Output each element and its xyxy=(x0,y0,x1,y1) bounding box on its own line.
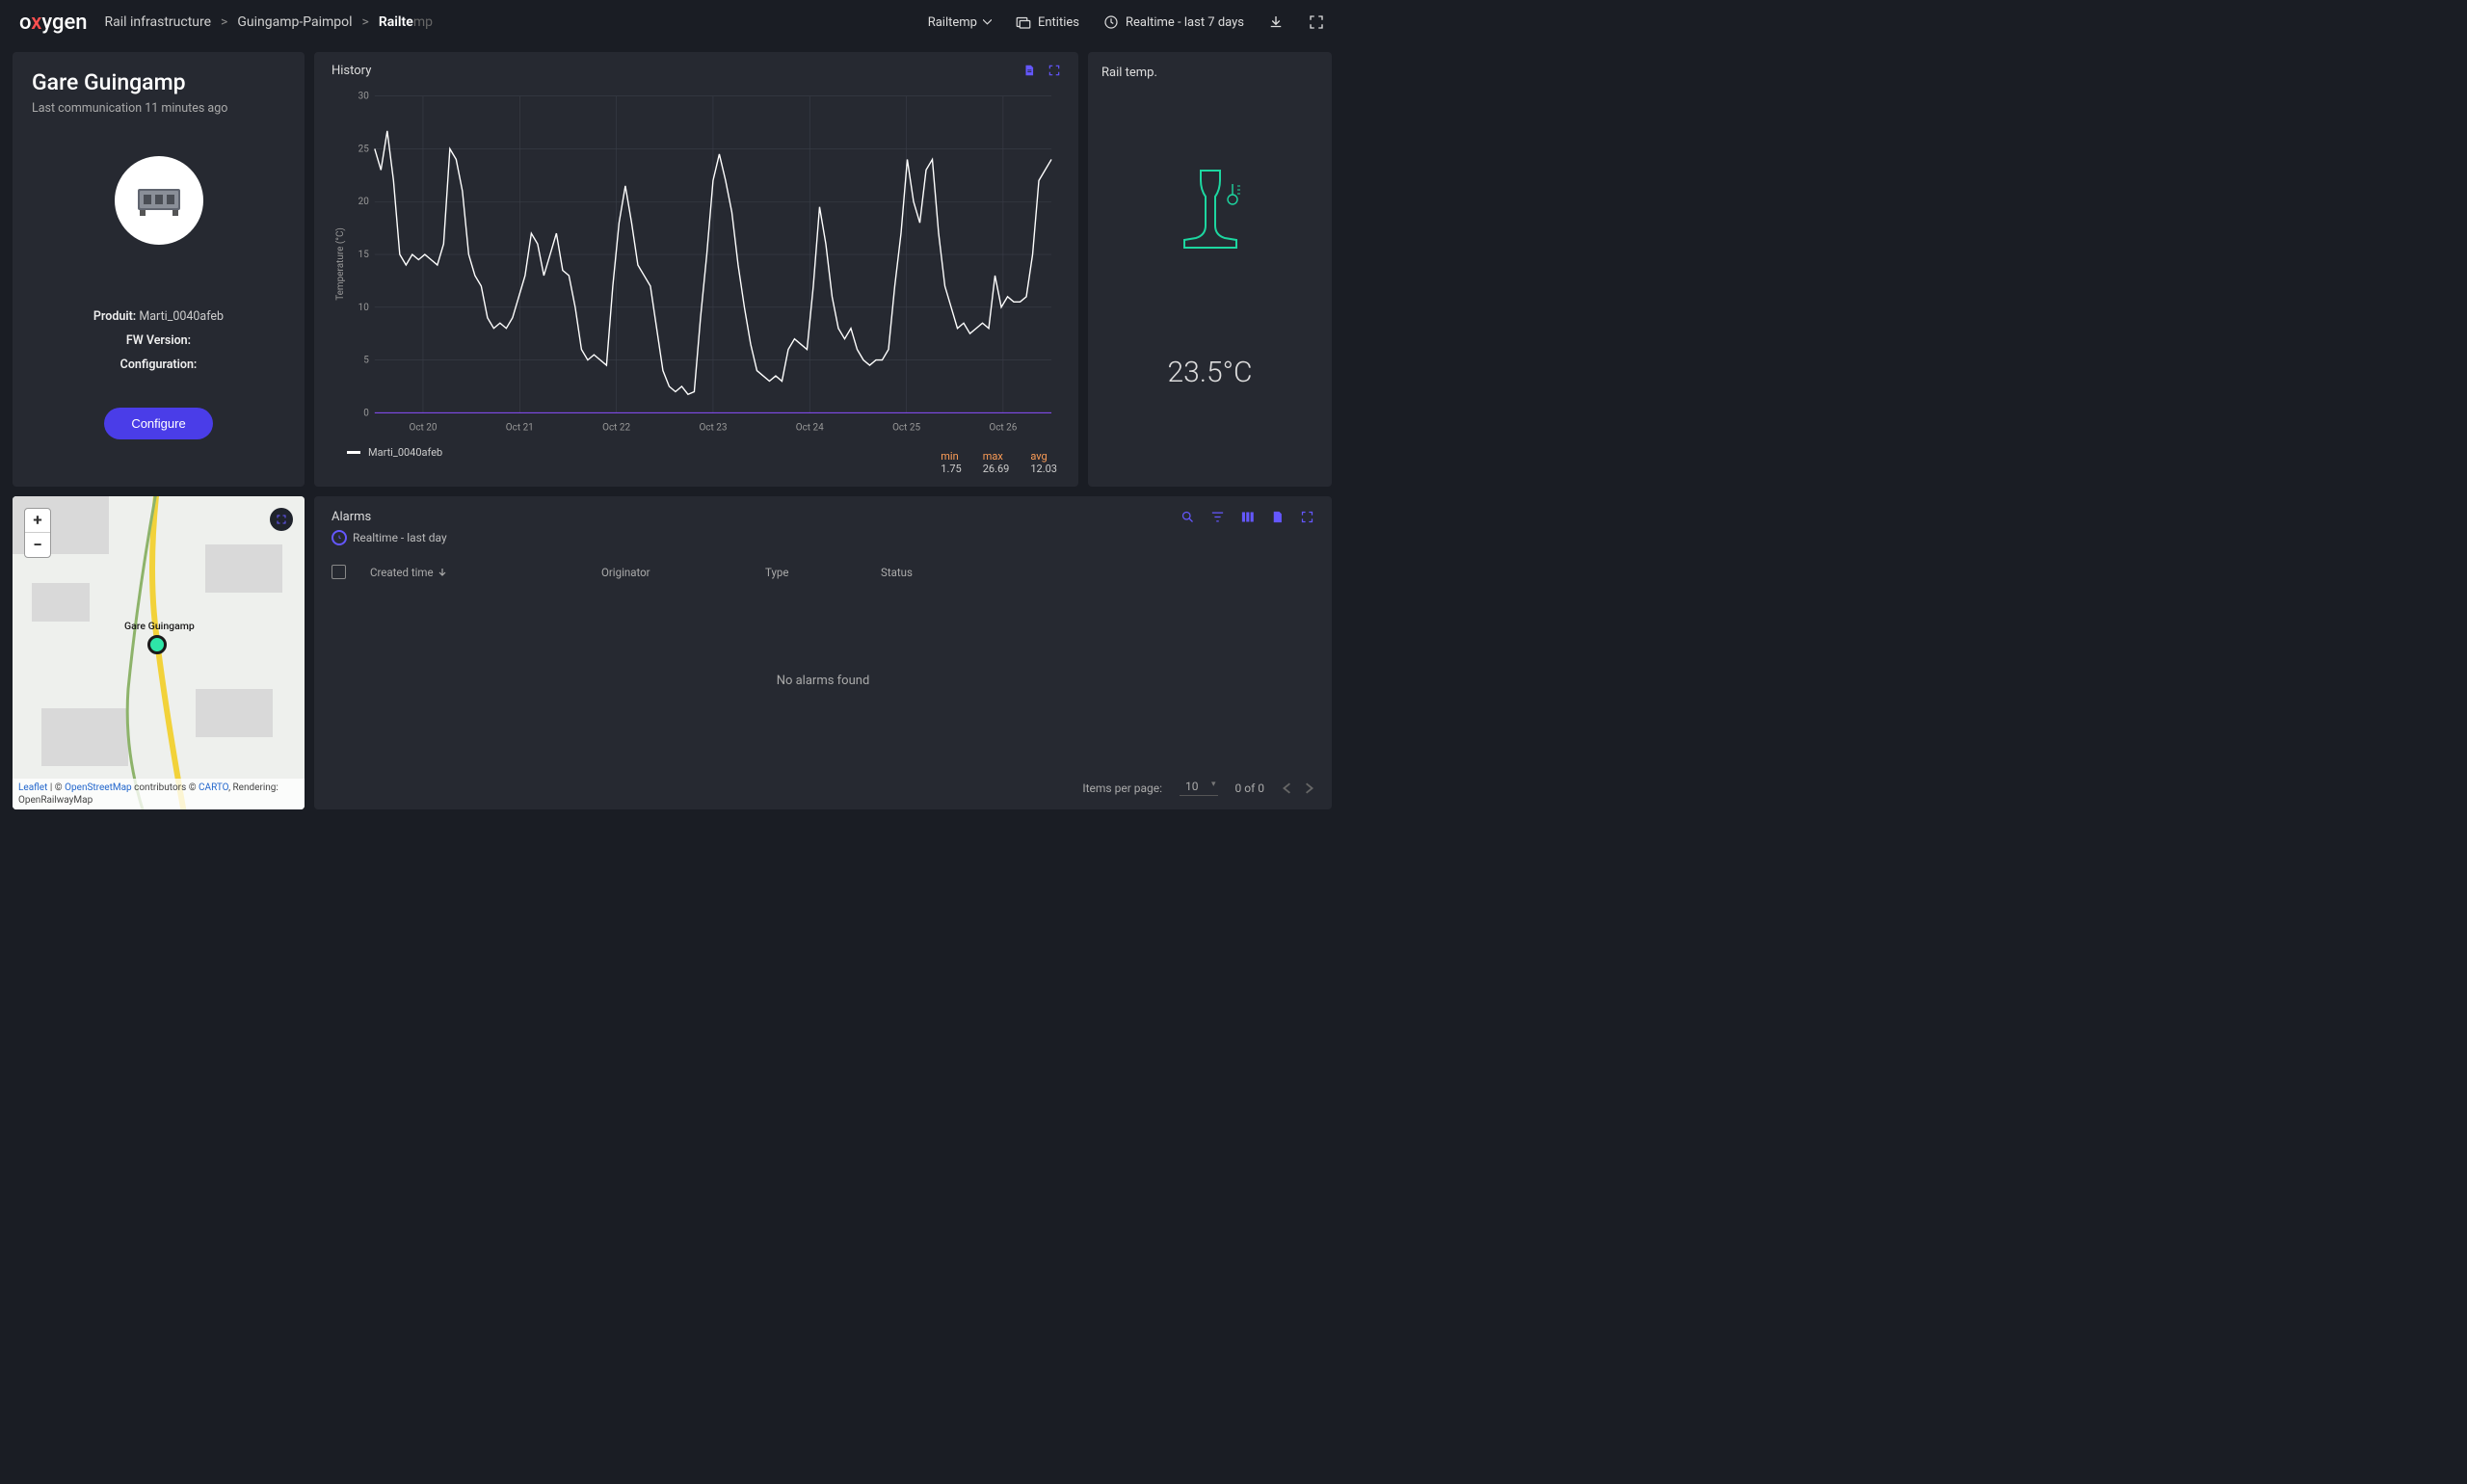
col-created-time[interactable]: Created time xyxy=(370,566,601,579)
device-avatar xyxy=(115,156,203,245)
time-range-button[interactable]: Realtime - last 7 days xyxy=(1102,13,1244,31)
svg-text:Oct 24: Oct 24 xyxy=(796,422,824,433)
gauge-panel: Rail temp. 23.5°C xyxy=(1088,52,1332,487)
last-communication: Last communication 11 minutes ago xyxy=(32,101,285,116)
alarms-table-header: Created time Originator Type Status xyxy=(332,545,1314,589)
select-all-checkbox[interactable] xyxy=(332,565,346,579)
expand-chart-icon[interactable] xyxy=(1048,64,1061,77)
svg-text:Oct 21: Oct 21 xyxy=(506,422,534,433)
svg-text:Oct 22: Oct 22 xyxy=(602,422,630,433)
clock-icon xyxy=(332,530,347,545)
alarms-pagination: Items per page: 10 0 of 0 xyxy=(332,772,1314,796)
svg-text:Temperature (°C): Temperature (°C) xyxy=(335,227,346,301)
leaflet-link[interactable]: Leaflet xyxy=(18,782,47,793)
download-icon[interactable] xyxy=(1267,13,1285,31)
fullscreen-icon[interactable] xyxy=(1308,13,1325,31)
columns-icon[interactable] xyxy=(1240,510,1255,524)
entities-icon xyxy=(1015,13,1032,31)
breadcrumb-level-3[interactable]: Railtemp xyxy=(379,14,433,30)
device-icon xyxy=(130,179,188,222)
search-icon[interactable] xyxy=(1180,510,1195,524)
svg-text:5: 5 xyxy=(363,356,369,366)
items-per-page-select[interactable]: 10 xyxy=(1180,780,1218,796)
svg-text:30: 30 xyxy=(358,92,370,102)
expand-alarms-icon[interactable] xyxy=(1300,510,1314,524)
svg-text:0: 0 xyxy=(363,408,369,418)
map-zoom: + − xyxy=(24,508,51,558)
entities-button[interactable]: Entities xyxy=(1015,13,1079,31)
prev-page-button[interactable] xyxy=(1282,782,1293,794)
page-range: 0 of 0 xyxy=(1235,782,1264,795)
osm-link[interactable]: OpenStreetMap xyxy=(65,782,132,793)
col-type[interactable]: Type xyxy=(765,566,881,579)
chevron-down-icon xyxy=(983,19,992,25)
col-status[interactable]: Status xyxy=(881,566,1314,579)
map-attribution: Leaflet | © OpenStreetMap contributors ©… xyxy=(13,779,305,809)
chart-stats: min1.75 max26.69 avg12.03 xyxy=(941,450,1057,475)
filter-icon[interactable] xyxy=(1210,510,1225,524)
alarms-panel: Alarms Realtime - last day Created time … xyxy=(314,496,1332,809)
history-chart[interactable]: 0 5 10 15 20 25 30 Oct 20 Oct 21 Oct 22 Oct 23 Oct … xyxy=(332,86,1061,442)
rail-temp-icon xyxy=(1101,163,1318,259)
breadcrumb-level-2[interactable]: Guingamp-Paimpol xyxy=(237,14,352,30)
svg-text:25: 25 xyxy=(358,144,370,154)
clock-icon xyxy=(1102,13,1120,31)
zoom-out-button[interactable]: − xyxy=(25,533,50,557)
svg-text:15: 15 xyxy=(358,250,370,260)
device-info-panel: Gare Guingamp Last communication 11 minu… xyxy=(13,52,305,487)
breadcrumb: Rail infrastructure > Guingamp-Paimpol >… xyxy=(104,14,432,30)
svg-text:Oct 23: Oct 23 xyxy=(699,422,727,433)
gauge-value: 23.5°C xyxy=(1101,356,1318,389)
svg-text:10: 10 xyxy=(358,303,370,313)
device-meta: Produit: Marti_0040afeb FW Version: Conf… xyxy=(32,305,285,377)
carto-link[interactable]: CARTO xyxy=(199,782,228,793)
app-header: oxygen Rail infrastructure > Guingamp-Pa… xyxy=(0,0,1344,44)
export-alarms-icon[interactable] xyxy=(1270,510,1285,524)
chart-title: History xyxy=(332,64,1061,78)
svg-text:20: 20 xyxy=(358,197,370,207)
alarms-title: Alarms xyxy=(332,510,1314,524)
map-fullscreen-button[interactable] xyxy=(270,508,293,531)
history-chart-panel: History 0 5 10 15 20 25 30 Oct 20 Oct 21 Oct 22 Oc… xyxy=(314,52,1078,487)
alarms-time-range[interactable]: Realtime - last day xyxy=(332,530,1314,545)
device-title: Gare Guingamp xyxy=(32,69,285,95)
map-marker-label: Gare Guingamp xyxy=(124,620,195,632)
zoom-in-button[interactable]: + xyxy=(25,509,50,533)
entity-dropdown[interactable]: Railtemp xyxy=(928,15,992,30)
svg-text:Oct 26: Oct 26 xyxy=(989,422,1017,433)
col-originator[interactable]: Originator xyxy=(601,566,765,579)
map-marker[interactable] xyxy=(147,635,167,654)
next-page-button[interactable] xyxy=(1303,782,1314,794)
svg-text:Oct 25: Oct 25 xyxy=(892,422,920,433)
gauge-title: Rail temp. xyxy=(1101,66,1318,80)
breadcrumb-level-1[interactable]: Rail infrastructure xyxy=(104,14,211,30)
svg-text:Oct 20: Oct 20 xyxy=(409,422,437,433)
sort-down-icon xyxy=(438,568,447,577)
export-chart-icon[interactable] xyxy=(1022,64,1036,77)
logo: oxygen xyxy=(19,11,87,35)
map-panel[interactable]: + − Gare Guingamp Leaflet | © OpenStreet… xyxy=(13,496,305,809)
alarms-empty-message: No alarms found xyxy=(332,589,1314,772)
configure-button[interactable]: Configure xyxy=(104,408,212,439)
